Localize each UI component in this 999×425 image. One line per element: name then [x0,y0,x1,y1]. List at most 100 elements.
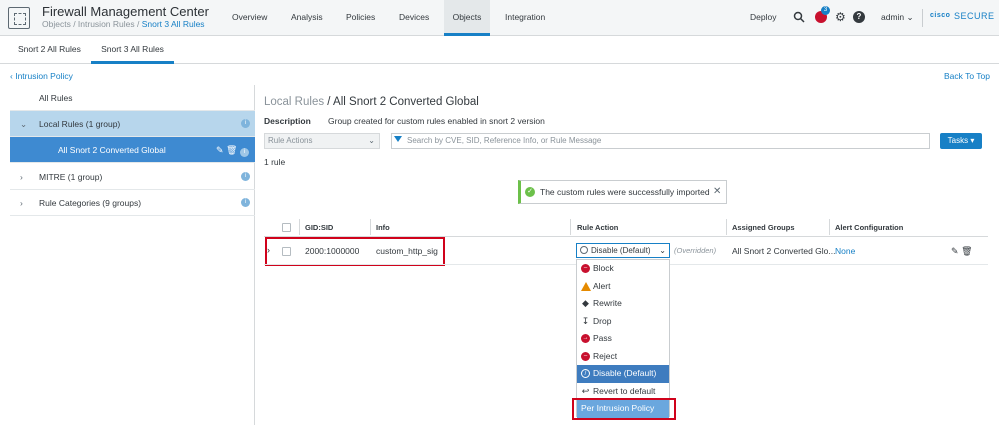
chevron-right-icon[interactable]: › [20,190,23,216]
back-intrusion-policy-label: Intrusion Policy [15,71,73,81]
tree-item-snort2-converted-global[interactable]: All Snort 2 Converted Global ✎ 🗑 i [10,137,255,163]
user-menu[interactable]: admin ⌄ [881,12,914,23]
delete-icon[interactable]: 🗑 [961,246,972,256]
back-intrusion-policy-link[interactable]: ‹ Intrusion Policy [10,71,73,81]
tree-item-all-rules[interactable]: All Rules [10,85,255,111]
secure-brand: SECURE [954,11,995,21]
user-name: admin [881,12,905,22]
tree-item-rule-categories[interactable]: › Rule Categories (9 groups) i [10,190,255,216]
column-header-rule-action[interactable]: Rule Action [577,223,618,232]
rewrite-icon: ◆ [582,298,589,308]
tasks-button[interactable]: Tasks ▾ [940,133,982,149]
chevron-right-icon[interactable]: › [20,164,23,190]
app-title: Firewall Management Center [42,4,209,19]
deploy-button[interactable]: Deploy [750,12,776,22]
rule-actions-select[interactable]: Rule Actions ⌄ [264,133,380,149]
tab-snort2-all-rules[interactable]: Snort 2 All Rules [18,36,81,64]
tree-item-label: MITRE (1 group) [39,172,103,182]
option-label: Drop [593,315,612,326]
page-title: Local Rules / All Snort 2 Converted Glob… [264,96,479,108]
disable-icon [580,246,588,254]
column-divider [570,219,571,235]
filter-icon[interactable] [394,136,402,142]
nav-analysis[interactable]: Analysis [291,0,323,36]
highlight-rule-box [265,237,445,266]
column-header-alert-configuration[interactable]: Alert Configuration [835,223,903,232]
option-label: Pass [593,333,612,343]
description-label: Description [264,116,311,126]
option-rewrite[interactable]: ◆ Rewrite [577,295,669,313]
nav-objects[interactable]: Objects [444,0,490,36]
disable-icon: / [581,369,590,378]
chevron-down-icon[interactable]: ⌄ [20,111,27,137]
tree-item-label: All Rules [39,93,73,103]
column-divider [370,219,371,235]
breadcrumb-current[interactable]: Snort 3 All Rules [142,19,205,29]
chevron-down-icon: ⌄ [368,136,375,145]
option-block[interactable]: – Block [577,260,669,278]
page-title-separator: / [324,96,334,108]
info-icon[interactable]: i [241,172,250,181]
option-reject[interactable]: – Reject [577,348,669,366]
breadcrumb-objects[interactable]: Objects [42,19,71,29]
gear-icon[interactable]: ⚙ [835,11,846,23]
column-divider [299,219,300,235]
breadcrumb: Objects / Intrusion Rules / Snort 3 All … [42,19,205,29]
option-drop[interactable]: ↧ Drop [577,313,669,331]
alert-icon [581,281,591,291]
close-icon[interactable]: ✕ [713,186,721,197]
overridden-label: (Overridden) [674,246,717,255]
nav-devices[interactable]: Devices [399,0,429,36]
cisco-logo: cisco [930,12,951,19]
tree-item-local-rules[interactable]: ⌄ Local Rules (1 group) i [10,111,255,137]
nav-policies[interactable]: Policies [346,0,375,36]
row-actions: ✎ 🗑 [951,246,973,257]
rule-action-select[interactable]: Disable (Default) ⌄ [576,243,670,258]
back-to-top-link[interactable]: Back To Top [944,71,990,81]
help-icon[interactable]: ? [853,11,865,23]
option-label: Rewrite [593,298,622,308]
option-alert[interactable]: Alert [577,278,669,296]
column-divider [726,219,727,235]
column-header-assigned-groups[interactable]: Assigned Groups [732,223,795,232]
block-icon: – [581,264,590,273]
revert-icon: ↩ [581,385,590,396]
breadcrumb-intrusion-rules[interactable]: Intrusion Rules [78,19,135,29]
select-all-checkbox[interactable] [282,223,291,232]
success-toast: The custom rules were successfully impor… [518,180,727,204]
tree-item-mitre[interactable]: › MITRE (1 group) i [10,164,255,190]
tree-item-label: All Snort 2 Converted Global [58,145,166,155]
highlight-option-box [572,398,676,420]
header-divider [922,9,923,27]
option-label: Revert to default [593,385,656,396]
column-header-gid-sid[interactable]: GID:SID [305,223,333,232]
option-pass[interactable]: → Pass [577,330,669,348]
search-icon[interactable] [793,11,805,23]
option-label: Reject [593,350,618,361]
edit-icon[interactable]: ✎ [216,145,224,155]
edit-icon[interactable]: ✎ [951,246,959,256]
option-label: Block [593,263,614,273]
info-icon[interactable]: i [241,198,250,207]
info-icon[interactable]: i [240,148,249,157]
rule-search-input[interactable]: Search by CVE, SID, Reference Info, or R… [391,133,930,149]
option-label: Alert [593,280,611,291]
fmc-logo-icon [8,7,30,29]
alerts-icon[interactable]: 3 [815,6,830,23]
tree-item-label: Local Rules (1 group) [39,119,121,129]
info-icon[interactable]: i [241,119,250,128]
page-title-parent[interactable]: Local Rules [264,96,324,108]
option-disable-default[interactable]: / Disable (Default) [577,365,669,383]
page-title-current: All Snort 2 Converted Global [333,96,479,108]
alert-configuration-link[interactable]: None [835,246,855,256]
description-text: Group created for custom rules enabled i… [328,116,545,126]
delete-icon[interactable]: 🗑 [226,145,237,155]
nav-integration[interactable]: Integration [505,0,545,36]
rule-count: 1 rule [264,157,286,167]
column-header-info[interactable]: Info [376,223,390,232]
reject-icon: – [581,351,590,361]
nav-overview[interactable]: Overview [232,0,267,36]
tab-snort3-all-rules[interactable]: Snort 3 All Rules [91,36,174,64]
chevron-down-icon: ⌄ [906,12,914,22]
assigned-groups-value[interactable]: All Snort 2 Converted Glo... [732,246,835,256]
